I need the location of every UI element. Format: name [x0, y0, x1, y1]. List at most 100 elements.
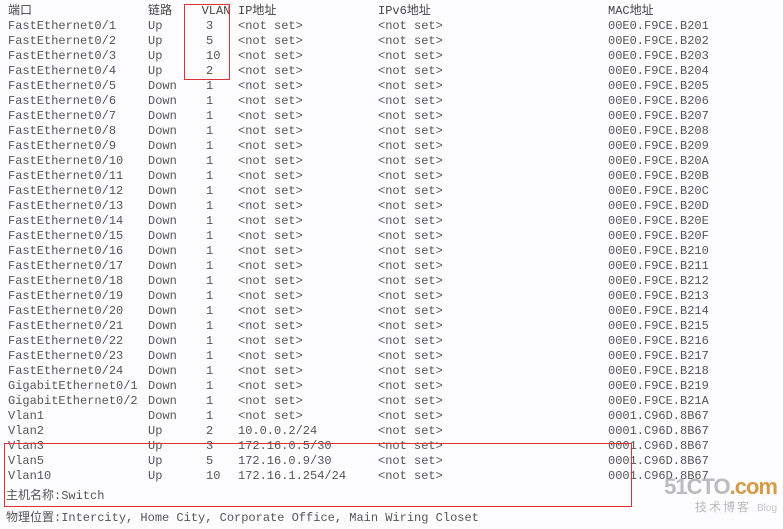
cell-ipv6: <not set> [376, 34, 606, 49]
cell-vlan: 1 [196, 139, 236, 154]
table-row: GigabitEthernet0/1Down1<not set><not set… [6, 379, 777, 394]
cell-vlan: 3 [196, 439, 236, 454]
cell-link: Up [146, 19, 196, 34]
cell-ipv6: <not set> [376, 169, 606, 184]
location-line: 物理位置:Intercity, Home City, Corporate Off… [6, 510, 777, 526]
cell-port: Vlan3 [6, 439, 146, 454]
cell-mac: 00E0.F9CE.B219 [606, 379, 777, 394]
cell-ip: <not set> [236, 184, 376, 199]
cell-ip: <not set> [236, 124, 376, 139]
cell-link: Up [146, 469, 196, 484]
cell-ip: <not set> [236, 319, 376, 334]
cell-mac: 0001.C96D.8B67 [606, 409, 777, 424]
cell-link: Down [146, 304, 196, 319]
cell-mac: 00E0.F9CE.B205 [606, 79, 777, 94]
cell-mac: 00E0.F9CE.B207 [606, 109, 777, 124]
cell-link: Down [146, 319, 196, 334]
cell-ipv6: <not set> [376, 139, 606, 154]
cell-vlan: 1 [196, 259, 236, 274]
cell-port: FastEthernet0/10 [6, 154, 146, 169]
cell-vlan: 1 [196, 289, 236, 304]
cell-ipv6: <not set> [376, 19, 606, 34]
cell-port: FastEthernet0/13 [6, 199, 146, 214]
cell-ipv6: <not set> [376, 424, 606, 439]
table-row: Vlan5Up5172.16.0.9/30<not set>0001.C96D.… [6, 454, 777, 469]
cell-ipv6: <not set> [376, 439, 606, 454]
table-row: FastEthernet0/23Down1<not set><not set>0… [6, 349, 777, 364]
cell-ipv6: <not set> [376, 94, 606, 109]
cell-mac: 00E0.F9CE.B211 [606, 259, 777, 274]
cell-vlan: 1 [196, 319, 236, 334]
cell-port: FastEthernet0/9 [6, 139, 146, 154]
cell-ip: <not set> [236, 229, 376, 244]
cell-ip: <not set> [236, 19, 376, 34]
cell-port: Vlan10 [6, 469, 146, 484]
cell-link: Down [146, 94, 196, 109]
cell-mac: 00E0.F9CE.B208 [606, 124, 777, 139]
table-row: FastEthernet0/21Down1<not set><not set>0… [6, 319, 777, 334]
cell-ipv6: <not set> [376, 304, 606, 319]
cell-ip: <not set> [236, 94, 376, 109]
cell-port: GigabitEthernet0/1 [6, 379, 146, 394]
hostname-label: 主机名称: [6, 489, 61, 503]
cell-vlan: 1 [196, 379, 236, 394]
cell-link: Down [146, 259, 196, 274]
cell-ip: <not set> [236, 304, 376, 319]
cell-mac: 0001.C96D.8B67 [606, 454, 777, 469]
cell-mac: 00E0.F9CE.B20B [606, 169, 777, 184]
cell-ip: <not set> [236, 214, 376, 229]
cell-ipv6: <not set> [376, 319, 606, 334]
interface-table: 端口 链路 VLAN IP地址 IPv6地址 MAC地址 FastEtherne… [6, 4, 777, 484]
table-row: FastEthernet0/17Down1<not set><not set>0… [6, 259, 777, 274]
header-ipv6: IPv6地址 [376, 4, 606, 19]
table-row: FastEthernet0/10Down1<not set><not set>0… [6, 154, 777, 169]
location-value: Intercity, Home City, Corporate Office, … [61, 511, 479, 525]
cell-port: FastEthernet0/12 [6, 184, 146, 199]
cell-mac: 00E0.F9CE.B216 [606, 334, 777, 349]
cell-ip: <not set> [236, 34, 376, 49]
cell-mac: 0001.C96D.8B67 [606, 469, 777, 484]
cell-ip: <not set> [236, 364, 376, 379]
cell-vlan: 5 [196, 454, 236, 469]
cell-vlan: 1 [196, 229, 236, 244]
cell-port: Vlan1 [6, 409, 146, 424]
cell-mac: 00E0.F9CE.B201 [606, 19, 777, 34]
cell-link: Up [146, 439, 196, 454]
header-port: 端口 [6, 4, 146, 19]
cell-mac: 00E0.F9CE.B213 [606, 289, 777, 304]
cell-vlan: 3 [196, 19, 236, 34]
cell-mac: 0001.C96D.8B67 [606, 424, 777, 439]
cell-vlan: 2 [196, 424, 236, 439]
table-row: Vlan3Up3172.16.0.5/30<not set>0001.C96D.… [6, 439, 777, 454]
cell-link: Up [146, 454, 196, 469]
cell-mac: 00E0.F9CE.B217 [606, 349, 777, 364]
cell-ip: <not set> [236, 334, 376, 349]
cell-ip: <not set> [236, 169, 376, 184]
cell-port: FastEthernet0/16 [6, 244, 146, 259]
cell-port: FastEthernet0/4 [6, 64, 146, 79]
table-row: FastEthernet0/7Down1<not set><not set>00… [6, 109, 777, 124]
cell-link: Down [146, 394, 196, 409]
cell-port: FastEthernet0/5 [6, 79, 146, 94]
cell-ipv6: <not set> [376, 214, 606, 229]
cell-vlan: 1 [196, 304, 236, 319]
hostname-value: Switch [61, 489, 104, 503]
cell-link: Down [146, 409, 196, 424]
cell-ipv6: <not set> [376, 394, 606, 409]
cell-port: FastEthernet0/11 [6, 169, 146, 184]
cell-ip: <not set> [236, 49, 376, 64]
cell-mac: 00E0.F9CE.B20A [606, 154, 777, 169]
cell-port: FastEthernet0/20 [6, 304, 146, 319]
cell-link: Down [146, 79, 196, 94]
cell-vlan: 1 [196, 184, 236, 199]
cell-ip: <not set> [236, 274, 376, 289]
cell-ipv6: <not set> [376, 349, 606, 364]
table-row: FastEthernet0/5Down1<not set><not set>00… [6, 79, 777, 94]
table-row: FastEthernet0/11Down1<not set><not set>0… [6, 169, 777, 184]
cell-mac: 00E0.F9CE.B20D [606, 199, 777, 214]
cell-link: Down [146, 199, 196, 214]
cell-ipv6: <not set> [376, 49, 606, 64]
table-row: FastEthernet0/22Down1<not set><not set>0… [6, 334, 777, 349]
cell-mac: 00E0.F9CE.B215 [606, 319, 777, 334]
cell-port: Vlan5 [6, 454, 146, 469]
